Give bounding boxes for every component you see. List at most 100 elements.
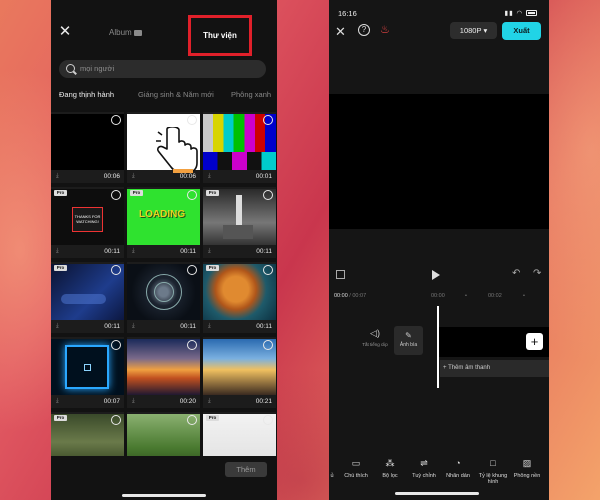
select-circle-icon[interactable] [111, 340, 121, 350]
category-trending[interactable]: Đang thịnh hành [59, 90, 114, 99]
tool-filters[interactable]: ⁂ Bộ lọc [373, 458, 407, 479]
pro-badge: Pro [54, 415, 67, 421]
undo-icon[interactable]: ↶ [512, 268, 520, 279]
select-circle-icon[interactable] [263, 115, 273, 125]
tab-album[interactable]: Album [109, 28, 142, 37]
select-circle-icon[interactable] [111, 190, 121, 200]
pro-badge: Pro [206, 190, 219, 196]
home-indicator [122, 494, 206, 497]
select-circle-icon[interactable] [263, 340, 273, 350]
tool-aspect-ratio[interactable]: □ Tỷ lệ khung hình [476, 458, 510, 485]
category-christmas-newyear[interactable]: Giáng sinh & Năm mới [138, 90, 214, 99]
download-icon: ⤓ [208, 173, 211, 179]
status-icons: ▮▮ ◠ [505, 9, 537, 17]
pro-badge: Pro [54, 190, 67, 196]
select-circle-icon[interactable] [187, 115, 197, 125]
download-icon: ⤓ [208, 398, 211, 404]
tile-duration: 00:11 [104, 248, 120, 255]
category-tabs: Đang thịnh hành Giáng sinh & Năm mới Phô… [59, 90, 277, 102]
play-icon[interactable] [432, 270, 440, 280]
media-tile[interactable]: ⤓ 00:06 [51, 112, 124, 183]
home-indicator [395, 492, 479, 495]
timecode-total: 00:07 [352, 293, 367, 299]
tool-stickers[interactable]: ◔ Nhãn dán [441, 458, 475, 479]
download-icon: ⤓ [56, 173, 59, 179]
playhead[interactable] [437, 306, 439, 388]
export-button[interactable]: Xuất [502, 22, 541, 40]
sticker-icon: ◔ [455, 458, 461, 468]
resolution-value: 1080P [459, 26, 482, 35]
select-circle-icon[interactable] [111, 415, 121, 425]
loading-caption: LOADING [139, 209, 186, 220]
timecode: 00:00 / 00:07 [334, 293, 367, 299]
close-icon[interactable]: ✕ [57, 24, 73, 40]
select-circle-icon[interactable] [187, 265, 197, 275]
video-preview [329, 94, 549, 229]
media-tile[interactable]: Pro ⤓ 00:11 [203, 187, 276, 258]
add-button[interactable]: Thêm [225, 462, 267, 477]
download-icon: ⤓ [208, 323, 211, 329]
tool-background[interactable]: ▨ Phông nền [510, 458, 544, 479]
editor-screen: 16:16 ▮▮ ◠ ✕ ? ♨ 1080P ▾ Xuất ↶ ↷ 00:00 … [329, 0, 549, 500]
media-tile[interactable]: Pro ⤓ 00:11 [203, 262, 276, 333]
close-icon[interactable]: ✕ [335, 24, 346, 40]
select-circle-icon[interactable] [263, 190, 273, 200]
select-circle-icon[interactable] [263, 265, 273, 275]
media-tile[interactable]: ⤓ 00:01 [203, 112, 276, 183]
speaker-icon: ◁) [370, 328, 380, 338]
add-audio-track[interactable]: + Thêm âm thanh [440, 360, 549, 377]
add-clip-button[interactable]: + [526, 333, 543, 350]
tool-captions[interactable]: ▭ Chú thích [339, 458, 373, 479]
pencil-icon: ✎ [405, 331, 412, 340]
ruler-mark: 00:02 [488, 293, 502, 299]
select-circle-icon[interactable] [263, 415, 273, 425]
tile-duration: 00:07 [103, 398, 120, 405]
download-icon: ⤓ [56, 323, 59, 329]
tool-label: Bộ lọc [382, 473, 398, 479]
tile-duration: 00:11 [180, 248, 196, 255]
tab-library-label: Thư viện [203, 31, 237, 40]
pro-badge: Pro [54, 265, 67, 271]
bottom-toolbar: ủ ▭ Chú thích ⁂ Bộ lọc ⇌ Tuỳ chỉnh ◔ Nhã… [329, 458, 549, 488]
media-tile[interactable]: Pro ⤓ 00:11 [51, 262, 124, 333]
adjust-icon: ⇌ [420, 458, 428, 468]
download-icon: ⤓ [56, 398, 59, 404]
tile-duration: 00:11 [180, 323, 196, 330]
search-input[interactable]: mọi người [59, 60, 266, 78]
select-circle-icon[interactable] [187, 415, 197, 425]
select-circle-icon[interactable] [187, 190, 197, 200]
download-icon: ⤓ [132, 173, 135, 179]
tile-duration: 00:21 [255, 398, 272, 405]
download-icon: ⤓ [132, 323, 135, 329]
media-tile[interactable]: THANKS FOR WATCHING! Pro ⤓ 00:11 [51, 187, 124, 258]
ruler-dot: • [523, 293, 525, 299]
tile-duration: 00:06 [103, 173, 120, 180]
mute-clip-button[interactable]: ◁) Tắt tiếng clip [359, 328, 391, 347]
media-tile[interactable]: LOADING Pro ⤓ 00:11 [127, 187, 200, 258]
media-tile[interactable]: ⤓ 00:21 [203, 337, 276, 408]
tile-duration: 00:20 [179, 398, 196, 405]
tool-adjust[interactable]: ⇌ Tuỳ chỉnh [407, 458, 441, 479]
media-tile[interactable]: ⤓ 00:07 [51, 337, 124, 408]
fullscreen-icon[interactable] [336, 270, 345, 279]
flame-icon[interactable]: ♨ [380, 23, 390, 36]
album-badge-icon [133, 29, 142, 36]
select-circle-icon[interactable] [187, 340, 197, 350]
resolution-select[interactable]: 1080P ▾ [450, 22, 497, 39]
tab-library[interactable]: Thư viện [188, 15, 252, 56]
battery-icon [526, 10, 537, 17]
redo-icon[interactable]: ↷ [533, 268, 541, 279]
select-circle-icon[interactable] [111, 265, 121, 275]
pro-badge: Pro [130, 190, 143, 196]
cover-button[interactable]: ✎ Ảnh bìa [394, 326, 423, 355]
media-tile[interactable]: ⤓ 00:20 [127, 337, 200, 408]
media-tile[interactable]: ⤓ 00:11 [127, 262, 200, 333]
tool-label: Phông nền [513, 473, 541, 479]
download-icon: ⤓ [208, 248, 211, 254]
tool-label: Tuỳ chỉnh [412, 473, 436, 479]
select-circle-icon[interactable] [111, 115, 121, 125]
category-green-screen[interactable]: Phông xanh [231, 90, 271, 99]
add-audio-label: Thêm âm thanh [448, 365, 491, 371]
help-icon[interactable]: ? [358, 24, 370, 36]
picker-header: ✕ Album Thư viện [51, 0, 277, 58]
